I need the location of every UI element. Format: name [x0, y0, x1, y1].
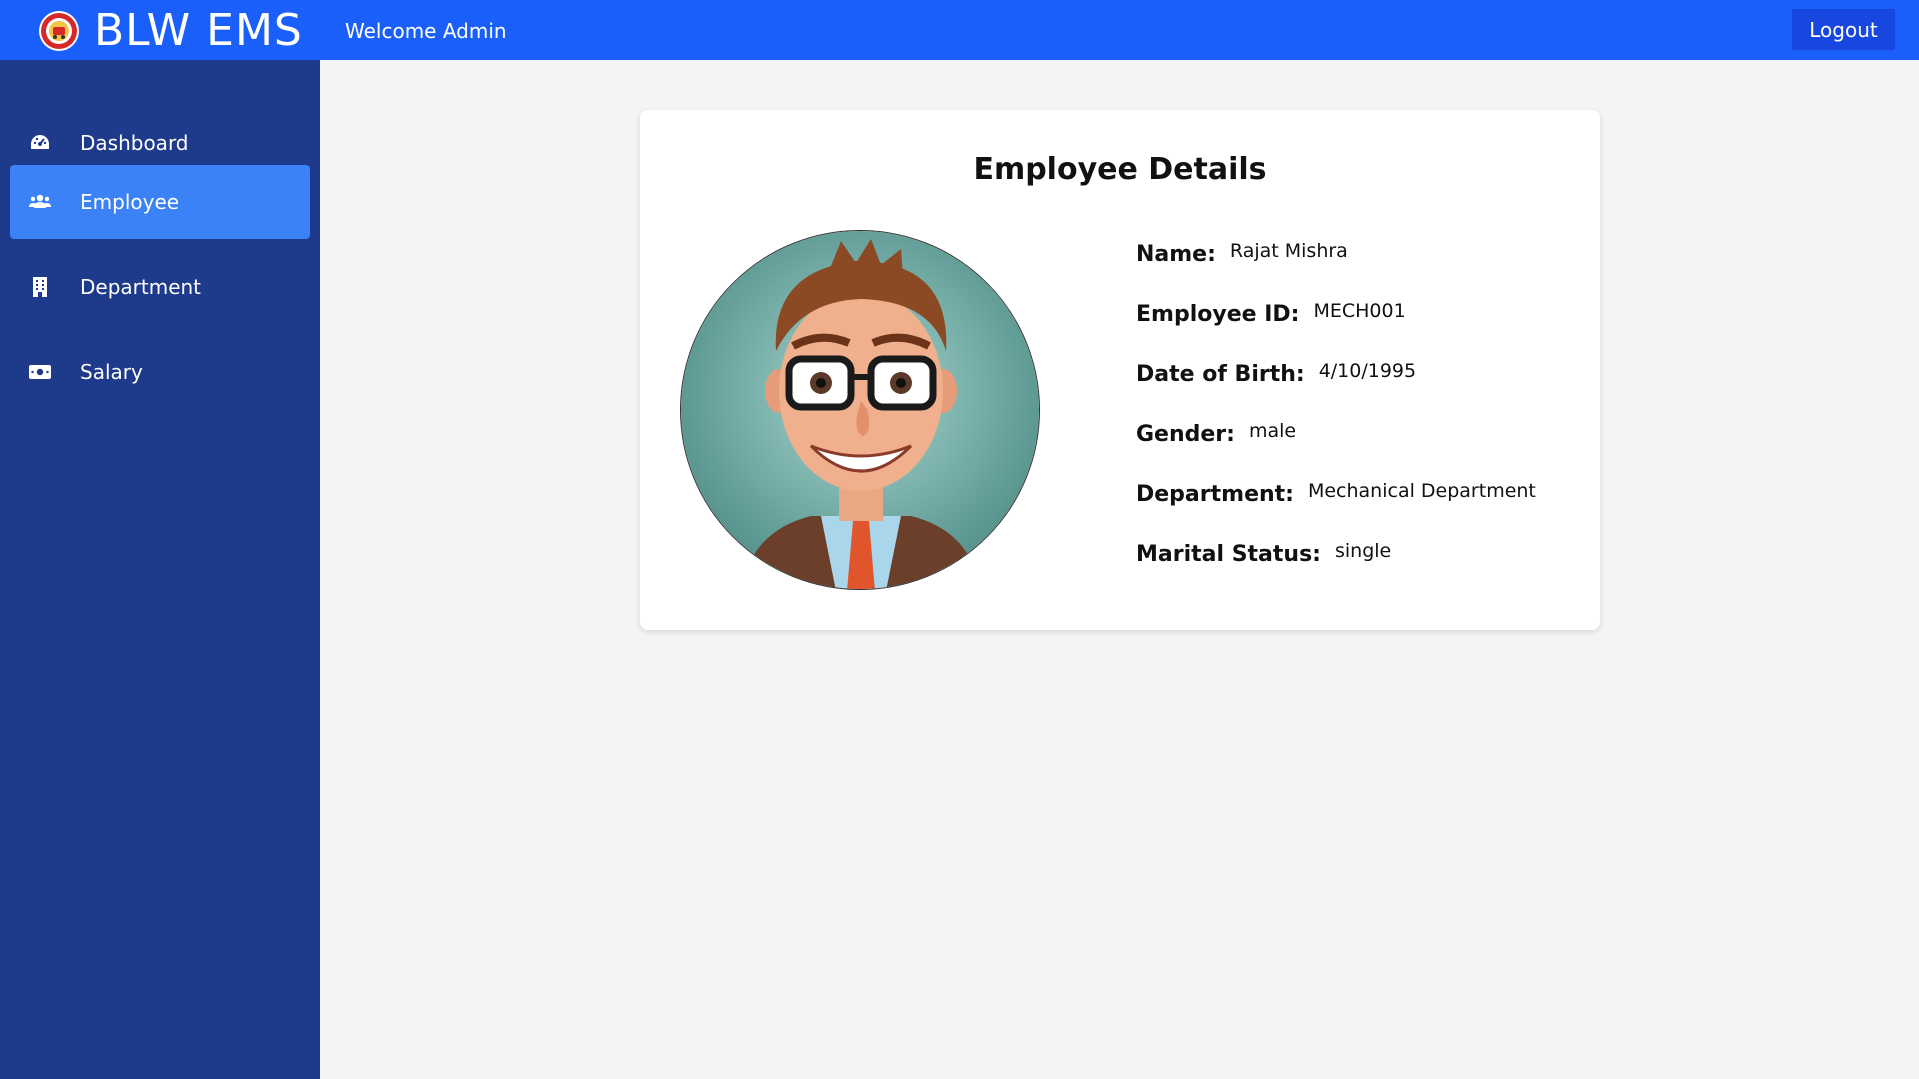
sidebar-item-label: Department: [80, 275, 202, 299]
sidebar-item-label: Salary: [80, 360, 143, 384]
field-row-employee-id: Employee ID: MECH001: [1136, 292, 1576, 352]
sidebar-item-salary[interactable]: Salary: [10, 335, 310, 409]
logout-button[interactable]: Logout: [1792, 9, 1895, 50]
page-title: Employee Details: [973, 152, 1267, 187]
field-value: male: [1248, 420, 1297, 442]
field-label: Gender:: [1136, 422, 1235, 447]
sidebar-item-employee[interactable]: Employee: [10, 165, 310, 239]
field-row-marital-status: Marital Status: single: [1136, 532, 1576, 592]
field-row-name: Name: Rajat Mishra: [1136, 232, 1576, 292]
sidebar-item-label: Dashboard: [80, 131, 189, 155]
field-row-department: Department: Mechanical Department: [1136, 472, 1576, 532]
top-navbar: BLW EMS Welcome Admin Logout: [0, 0, 1919, 60]
tachometer-icon: [29, 132, 51, 154]
field-label: Date of Birth:: [1136, 362, 1305, 387]
railway-emblem-icon: [39, 11, 79, 51]
employee-avatar: [680, 230, 1040, 590]
field-label: Department:: [1136, 482, 1294, 507]
brand-title: BLW EMS: [94, 5, 303, 56]
employee-details-card: Employee Details Name: Rajat Mishra Empl…: [640, 110, 1600, 630]
field-value: MECH001: [1313, 300, 1406, 322]
field-row-date-of-birth: Date of Birth: 4/10/1995: [1136, 352, 1576, 412]
field-value: Mechanical Department: [1307, 480, 1536, 502]
field-row-gender: Gender: male: [1136, 412, 1576, 472]
brand[interactable]: BLW EMS: [38, 8, 303, 54]
users-icon: [29, 191, 51, 213]
field-label: Employee ID:: [1136, 302, 1300, 327]
field-value: single: [1334, 540, 1392, 562]
employee-info: Name: Rajat Mishra Employee ID: MECH001 …: [1136, 232, 1576, 592]
field-value: 4/10/1995: [1318, 360, 1417, 382]
field-label: Name:: [1136, 242, 1216, 267]
sidebar: Dashboard Employee Department Salary: [0, 60, 320, 1079]
field-value: Rajat Mishra: [1229, 240, 1348, 262]
money-bill-icon: [29, 361, 51, 383]
sidebar-item-department[interactable]: Department: [10, 250, 310, 324]
field-label: Marital Status:: [1136, 542, 1321, 567]
sidebar-item-label: Employee: [80, 190, 180, 214]
welcome-text: Welcome Admin: [345, 19, 507, 43]
building-icon: [29, 276, 51, 298]
